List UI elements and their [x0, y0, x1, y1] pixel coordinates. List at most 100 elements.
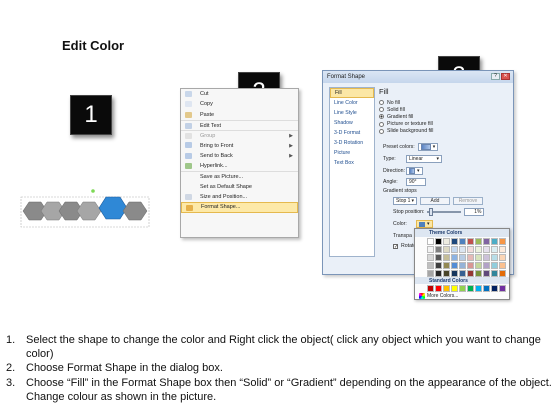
color-swatch[interactable]	[483, 238, 490, 245]
color-swatch[interactable]	[467, 270, 474, 277]
color-swatch[interactable]	[451, 238, 458, 245]
color-swatch[interactable]	[435, 285, 442, 292]
nav-item-text-box[interactable]: Text Box	[330, 158, 374, 168]
menu-item-copy[interactable]: Copy	[181, 99, 298, 109]
slider-thumb[interactable]	[429, 208, 434, 216]
angle-input[interactable]: 90°	[406, 178, 426, 186]
menu-item-cut[interactable]: Cut	[181, 89, 298, 99]
hexagon-4[interactable]	[76, 201, 102, 221]
color-swatch[interactable]	[483, 285, 490, 292]
menu-item-size-position[interactable]: Size and Position...	[181, 192, 298, 202]
color-swatch[interactable]	[459, 238, 466, 245]
menu-item-bring-to-front[interactable]: Bring to Front ▶	[181, 140, 298, 150]
color-swatch[interactable]	[475, 262, 482, 269]
color-swatch[interactable]	[435, 246, 442, 253]
color-swatch[interactable]	[459, 285, 466, 292]
menu-item-save-as-picture[interactable]: Save as Picture...	[181, 171, 298, 181]
color-swatch[interactable]	[451, 270, 458, 277]
color-swatch[interactable]	[491, 262, 498, 269]
color-swatch[interactable]	[491, 246, 498, 253]
color-swatch[interactable]	[467, 238, 474, 245]
hexagon-selected[interactable]	[98, 196, 128, 220]
color-swatch[interactable]	[427, 238, 434, 245]
type-dropdown[interactable]: Linear ▾	[406, 155, 442, 163]
radio-picture-fill[interactable]: Picture or texture fill	[379, 121, 509, 128]
stop-position-input[interactable]: 1%	[464, 208, 485, 216]
color-swatch[interactable]	[459, 246, 466, 253]
checkbox-checked-icon[interactable]: ✓	[393, 243, 398, 249]
color-swatch[interactable]	[483, 270, 490, 277]
menu-item-paste[interactable]: Paste	[181, 110, 298, 120]
remove-stop-button[interactable]: Remove	[453, 197, 483, 205]
color-swatch[interactable]	[475, 285, 482, 292]
color-swatch[interactable]	[435, 238, 442, 245]
color-swatch[interactable]	[435, 262, 442, 269]
color-swatch[interactable]	[491, 270, 498, 277]
help-button[interactable]: ?	[491, 73, 500, 80]
radio-slide-background-fill[interactable]: Slide background fill	[379, 128, 509, 135]
rotate-row[interactable]: ✓ Rotate	[393, 243, 416, 249]
color-swatch[interactable]	[491, 238, 498, 245]
preset-colors-dropdown[interactable]: ▾	[417, 143, 439, 151]
radio-gradient-fill[interactable]: Gradient fill	[379, 113, 509, 120]
color-swatch[interactable]	[451, 262, 458, 269]
color-swatch[interactable]	[475, 254, 482, 261]
nav-item-line-color[interactable]: Line Color	[330, 98, 374, 108]
menu-item-set-default-shape[interactable]: Set as Default Shape	[181, 182, 298, 192]
color-swatch[interactable]	[443, 254, 450, 261]
color-swatch[interactable]	[443, 246, 450, 253]
color-swatch[interactable]	[459, 254, 466, 261]
color-swatch[interactable]	[499, 270, 506, 277]
color-swatch[interactable]	[491, 254, 498, 261]
rotate-handle[interactable]	[91, 189, 95, 193]
hexagon-chain[interactable]	[18, 187, 158, 231]
color-dropdown[interactable]: ▾	[416, 220, 433, 228]
hexagon-shapes[interactable]	[22, 196, 148, 221]
nav-item-shadow[interactable]: Shadow	[330, 118, 374, 128]
color-swatch[interactable]	[443, 262, 450, 269]
color-swatch[interactable]	[451, 246, 458, 253]
close-button[interactable]: ✕	[501, 73, 510, 80]
color-swatch[interactable]	[499, 262, 506, 269]
color-swatch[interactable]	[475, 270, 482, 277]
color-swatch[interactable]	[483, 246, 490, 253]
color-swatch[interactable]	[499, 238, 506, 245]
color-swatch[interactable]	[483, 254, 490, 261]
radio-no-fill[interactable]: No fill	[379, 99, 509, 106]
color-swatch[interactable]	[459, 262, 466, 269]
stop-position-slider[interactable]	[427, 208, 462, 216]
color-swatch[interactable]	[443, 285, 450, 292]
color-swatch[interactable]	[491, 285, 498, 292]
color-swatch[interactable]	[483, 262, 490, 269]
color-swatch[interactable]	[499, 254, 506, 261]
color-swatch[interactable]	[443, 238, 450, 245]
menu-item-hyperlink[interactable]: Hyperlink...	[181, 161, 298, 171]
color-swatch[interactable]	[467, 262, 474, 269]
color-swatch[interactable]	[451, 254, 458, 261]
color-swatch[interactable]	[427, 254, 434, 261]
menu-item-group[interactable]: Group ▶	[181, 130, 298, 140]
add-stop-button[interactable]: Add	[420, 197, 450, 205]
nav-item-3d-rotation[interactable]: 3-D Rotation	[330, 138, 374, 148]
menu-item-format-shape[interactable]: Format Shape...	[181, 202, 298, 213]
color-swatch[interactable]	[459, 270, 466, 277]
menu-item-edit-text[interactable]: Edit Text	[181, 119, 298, 130]
color-swatch[interactable]	[435, 270, 442, 277]
nav-item-fill[interactable]: Fill	[330, 88, 374, 98]
radio-solid-fill[interactable]: Solid fill	[379, 106, 509, 113]
color-swatch[interactable]	[467, 246, 474, 253]
color-swatch[interactable]	[475, 246, 482, 253]
color-swatch[interactable]	[443, 270, 450, 277]
color-swatch[interactable]	[427, 285, 434, 292]
color-swatch[interactable]	[435, 254, 442, 261]
color-swatch[interactable]	[427, 246, 434, 253]
nav-item-picture[interactable]: Picture	[330, 148, 374, 158]
more-colors-button[interactable]: More Colors...	[419, 293, 458, 299]
color-swatch[interactable]	[499, 285, 506, 292]
color-swatch[interactable]	[427, 270, 434, 277]
color-swatch[interactable]	[427, 262, 434, 269]
nav-item-3d-format[interactable]: 3-D Format	[330, 128, 374, 138]
color-swatch[interactable]	[467, 254, 474, 261]
nav-item-line-style[interactable]: Line Style	[330, 108, 374, 118]
stop-dropdown[interactable]: Stop 1 ▾	[393, 197, 417, 205]
